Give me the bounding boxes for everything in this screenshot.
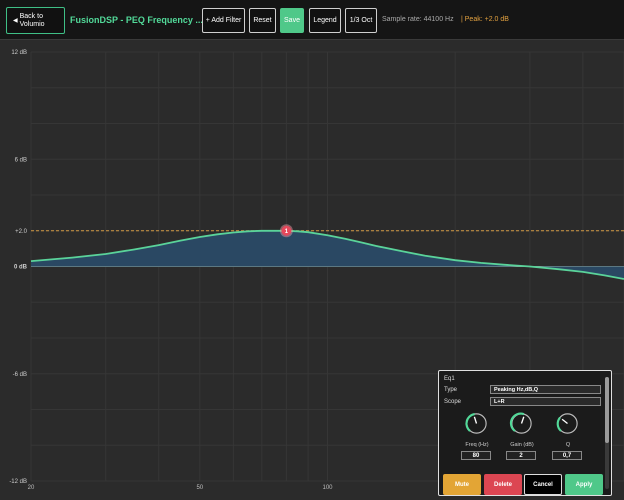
y-tick-label: 12 dB [11, 50, 27, 56]
q-knob-label: Q [565, 442, 571, 448]
panel-scrollbar[interactable] [605, 377, 609, 489]
gain-knob-label: Gain (dB) [510, 442, 534, 448]
freq-knob[interactable] [464, 411, 489, 436]
filter-marker[interactable]: 1 [279, 224, 293, 238]
peak-text: | Peak: +2.0 dB [461, 16, 509, 23]
save-button[interactable]: Save [280, 8, 304, 33]
page-title: FusionDSP - PEQ Frequency ... [70, 15, 203, 25]
y-tick-label: -6 dB [13, 372, 27, 378]
add-filter-button[interactable]: + Add Filter [202, 8, 245, 33]
freq-knob-label: Freq (Hz) [465, 442, 489, 448]
reset-button[interactable]: Reset [249, 8, 276, 33]
y-tick-label: 6 dB [15, 157, 27, 163]
panel-scrollbar-thumb[interactable] [605, 377, 609, 443]
sample-rate-text: Sample rate: 44100 Hz [382, 16, 454, 23]
y-tick-label: -12 dB [9, 479, 27, 485]
scope-select[interactable]: L+R [490, 397, 601, 406]
apply-button[interactable]: Apply [565, 474, 603, 495]
x-tick-label: 50 [196, 485, 203, 491]
x-tick-label: 20 [28, 485, 35, 491]
cancel-button[interactable]: Cancel [524, 474, 562, 495]
type-select[interactable]: Peaking Hz,dB,Q [490, 385, 601, 394]
toolbar: ◀ Back to Volumio FusionDSP - PEQ Freque… [0, 0, 624, 40]
peak-line-label: +2.0 [15, 229, 28, 235]
q-knob[interactable] [555, 411, 580, 436]
gain-knob[interactable] [509, 411, 534, 436]
legend-button[interactable]: Legend [309, 8, 341, 33]
back-to-volumio-button[interactable]: ◀ Back to Volumio [6, 7, 65, 34]
y-tick-label: 0 dB [14, 265, 28, 271]
mute-button[interactable]: Mute [443, 474, 481, 495]
filter-edit-panel: Eq1 Type Peaking Hz,dB,Q Scope L+R Freq … [438, 370, 612, 496]
gain-value-input[interactable]: 2 [506, 451, 536, 460]
octave-smoothing-button[interactable]: 1/3 Oct [345, 8, 377, 33]
scope-label: Scope [444, 399, 462, 405]
freq-value-input[interactable]: 80 [461, 451, 491, 460]
filter-title: Eq1 [444, 376, 455, 382]
type-label: Type [444, 387, 458, 393]
q-value-input[interactable]: 0,7 [552, 451, 582, 460]
back-button-label: Back to Volumio [19, 12, 45, 28]
triangle-left-icon: ◀ [13, 17, 18, 24]
delete-button[interactable]: Delete [484, 474, 522, 495]
x-tick-label: 100 [322, 485, 333, 491]
